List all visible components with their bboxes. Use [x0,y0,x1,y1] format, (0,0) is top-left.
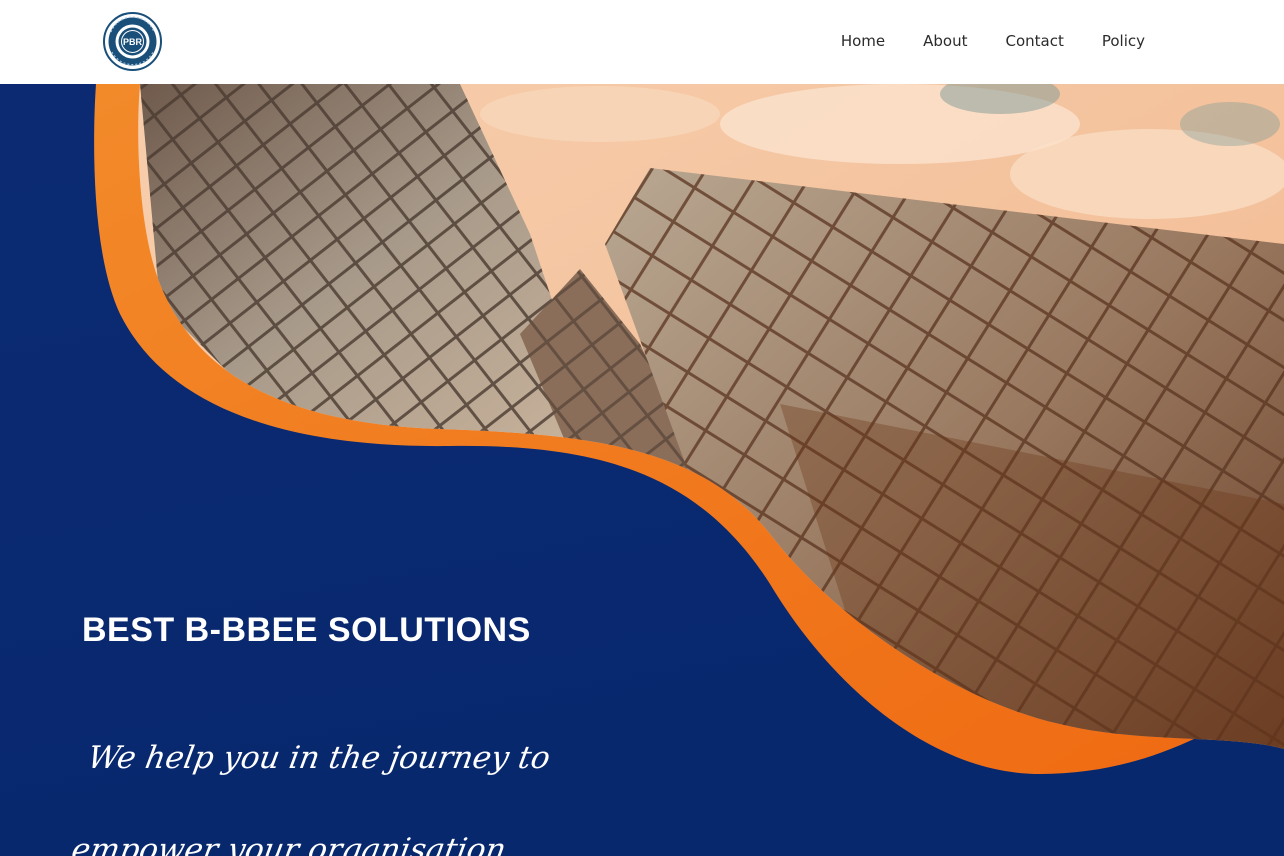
nav-home-link[interactable]: Home [841,28,885,54]
company-logo[interactable]: PBR [103,12,162,71]
hero-banner: BEST B-BBEE SOLUTIONS We help you in the… [0,84,1284,856]
pbr-logo-icon: PBR [103,12,162,71]
main-nav: Home About Contact Policy [841,28,1145,54]
logo-text: PBR [123,37,143,47]
hero-title: BEST B-BBEE SOLUTIONS [82,611,531,649]
nav-about-link[interactable]: About [923,28,967,54]
hero-tagline: We help you in the journey to empower yo… [68,740,553,856]
nav-policy-link[interactable]: Policy [1102,28,1145,54]
site-header: PBR Home About Contact Policy [0,0,1284,84]
nav-contact-link[interactable]: Contact [1005,28,1063,54]
